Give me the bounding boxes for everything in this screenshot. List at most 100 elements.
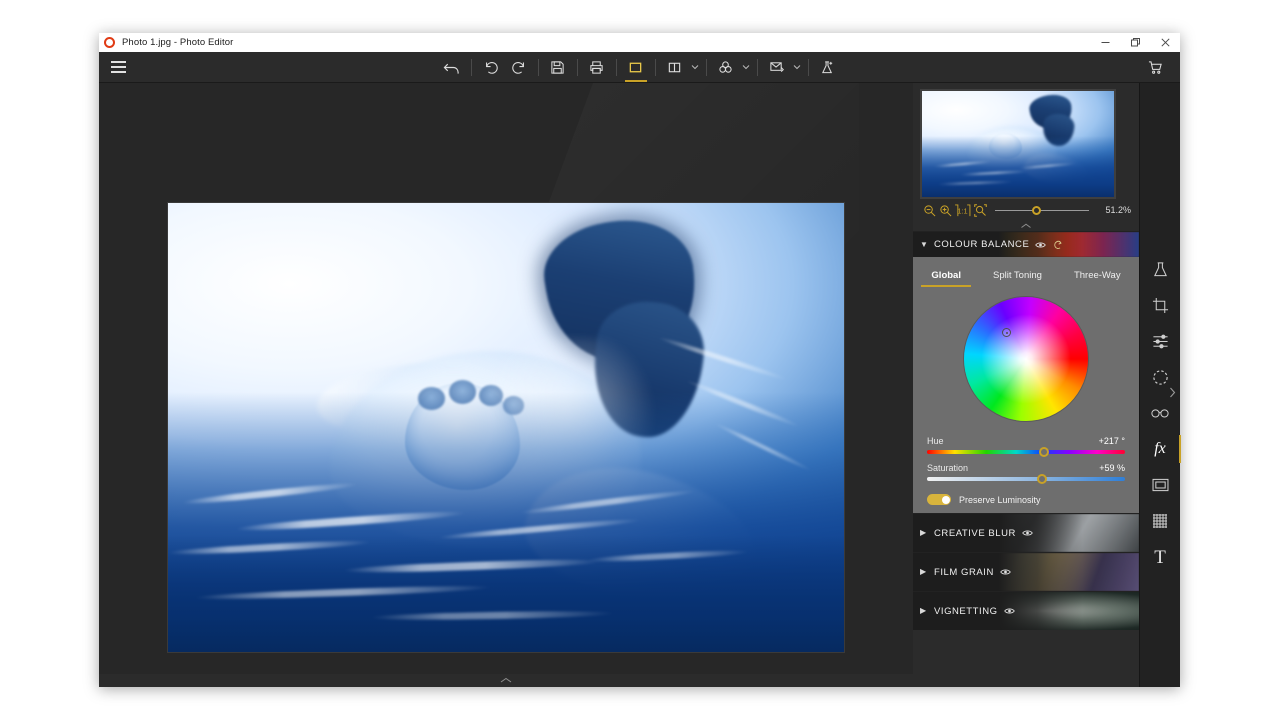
single-pane-icon[interactable]: [622, 54, 650, 80]
tab-global[interactable]: Global: [915, 267, 977, 287]
triangle-right-icon[interactable]: ▶: [920, 607, 928, 615]
restore-icon[interactable]: [1120, 33, 1150, 52]
preserve-luminosity-toggle[interactable]: [927, 494, 951, 505]
navigator-panel: [913, 83, 1139, 199]
section-header-creative-blur[interactable]: ▶ CREATIVE BLUR: [913, 513, 1139, 552]
flask-icon[interactable]: [1145, 258, 1175, 280]
triangle-down-icon[interactable]: ▼: [920, 241, 928, 249]
hue-slider[interactable]: [927, 450, 1125, 454]
navigator-collapse-handle[interactable]: [913, 221, 1139, 231]
saturation-slider-knob[interactable]: [1037, 474, 1047, 484]
zoom-slider-knob[interactable]: [1032, 206, 1041, 215]
section-title: COLOUR BALANCE: [934, 239, 1029, 250]
eye-icon[interactable]: [1000, 568, 1011, 576]
save-disk-icon[interactable]: [544, 54, 572, 80]
sliders-icon[interactable]: [1145, 330, 1175, 352]
svg-text:1:1: 1:1: [957, 206, 967, 215]
effects-sections: ▼ COLOUR BALANCE: [913, 231, 1139, 687]
chevron-down-icon[interactable]: [740, 54, 752, 80]
colour-wheel-container: [913, 287, 1139, 427]
window-title: Photo 1.jpg - Photo Editor: [122, 37, 233, 48]
eye-icon[interactable]: [1022, 529, 1033, 537]
section-header-vignetting[interactable]: ▶ VIGNETTING: [913, 591, 1139, 630]
saturation-slider[interactable]: [927, 477, 1125, 481]
one-to-one-icon[interactable]: 1:1: [954, 203, 971, 217]
navigator-thumbnail[interactable]: [920, 89, 1116, 199]
colour-blobs-icon[interactable]: [712, 54, 740, 80]
triangle-right-icon[interactable]: ▶: [920, 529, 928, 537]
colour-balance-body: Global Split Toning Three-Way Hue +217 °: [913, 257, 1139, 513]
fx-label: fx: [1154, 440, 1166, 458]
text-icon[interactable]: T: [1145, 546, 1175, 568]
hue-slider-knob[interactable]: [1039, 447, 1049, 457]
zoom-percent-label: 51.2%: [1097, 205, 1131, 215]
batch-convert-icon[interactable]: [763, 54, 791, 80]
tool-rail: fx T: [1139, 83, 1180, 687]
colour-balance-tabs: Global Split Toning Three-Way: [913, 263, 1139, 287]
close-icon[interactable]: [1150, 33, 1180, 52]
colour-wheel[interactable]: [964, 297, 1088, 421]
chevron-down-icon[interactable]: [689, 54, 701, 80]
app-logo-ring: [104, 37, 115, 48]
toolbar-divider: [808, 59, 809, 76]
hamburger-icon[interactable]: [103, 52, 133, 83]
chevron-down-icon[interactable]: [791, 54, 803, 80]
reset-arrow-icon[interactable]: [1052, 240, 1063, 250]
toolbar-divider: [616, 59, 617, 76]
zoom-controls: 1:1 51.2%: [913, 199, 1139, 221]
back-arrow-icon[interactable]: [438, 54, 466, 80]
tab-three-way[interactable]: Three-Way: [1058, 267, 1137, 287]
zoom-slider[interactable]: [995, 203, 1089, 217]
text-label: T: [1154, 548, 1166, 567]
toolbar-divider: [471, 59, 472, 76]
right-panel: 1:1 51.2%: [913, 83, 1139, 687]
editor-body: 1:1 51.2%: [99, 83, 1180, 687]
toolbar-divider: [577, 59, 578, 76]
minimize-icon[interactable]: [1090, 33, 1120, 52]
fx-icon[interactable]: fx: [1145, 438, 1175, 460]
printer-icon[interactable]: [583, 54, 611, 80]
toolbar-divider: [757, 59, 758, 76]
title-bar: Photo 1.jpg - Photo Editor: [99, 33, 1180, 52]
frame-icon[interactable]: [1145, 474, 1175, 496]
preserve-luminosity-row[interactable]: Preserve Luminosity: [913, 494, 1139, 505]
section-title: CREATIVE BLUR: [934, 528, 1016, 539]
saturation-value: +59 %: [1099, 463, 1125, 473]
split-pane-icon[interactable]: [661, 54, 689, 80]
crop-icon[interactable]: [1145, 294, 1175, 316]
halftone-grid-icon[interactable]: [1145, 510, 1175, 532]
window-controls: [1090, 33, 1180, 52]
colour-wheel-marker[interactable]: [1002, 328, 1011, 337]
eye-icon[interactable]: [1035, 241, 1046, 249]
canvas-area[interactable]: [99, 83, 913, 687]
undo-icon[interactable]: [477, 54, 505, 80]
hue-value: +217 °: [1099, 436, 1125, 446]
hue-label: Hue: [927, 436, 944, 446]
bottom-panel-handle[interactable]: [99, 674, 913, 687]
section-title: VIGNETTING: [934, 606, 998, 617]
flask-plus-icon[interactable]: [814, 54, 842, 80]
triangle-right-icon[interactable]: ▶: [920, 568, 928, 576]
chevron-right-icon[interactable]: [1166, 383, 1178, 401]
section-header-colour-balance[interactable]: ▼ COLOUR BALANCE: [913, 231, 1139, 257]
redo-icon[interactable]: [505, 54, 533, 80]
toolbar-divider: [538, 59, 539, 76]
glasses-icon[interactable]: [1145, 402, 1175, 424]
tab-split-toning[interactable]: Split Toning: [977, 267, 1058, 287]
section-title: FILM GRAIN: [934, 567, 994, 578]
shopping-cart-icon[interactable]: [1142, 54, 1168, 80]
zoom-in-icon[interactable]: [938, 203, 952, 217]
photo-editor-window: Photo 1.jpg - Photo Editor: [99, 33, 1180, 687]
fit-to-screen-icon[interactable]: [973, 203, 987, 217]
zoom-out-icon[interactable]: [922, 203, 936, 217]
section-header-film-grain[interactable]: ▶ FILM GRAIN: [913, 552, 1139, 591]
toolbar-button-group: [99, 52, 1180, 83]
eye-icon[interactable]: [1004, 607, 1015, 615]
preserve-luminosity-label: Preserve Luminosity: [959, 495, 1041, 505]
toolbar-divider: [655, 59, 656, 76]
sections-filler: [913, 630, 1139, 687]
photo-canvas[interactable]: [168, 203, 844, 652]
hue-slider-row: Hue +217 °: [913, 436, 1139, 454]
main-toolbar: [99, 52, 1180, 83]
saturation-label: Saturation: [927, 463, 968, 473]
